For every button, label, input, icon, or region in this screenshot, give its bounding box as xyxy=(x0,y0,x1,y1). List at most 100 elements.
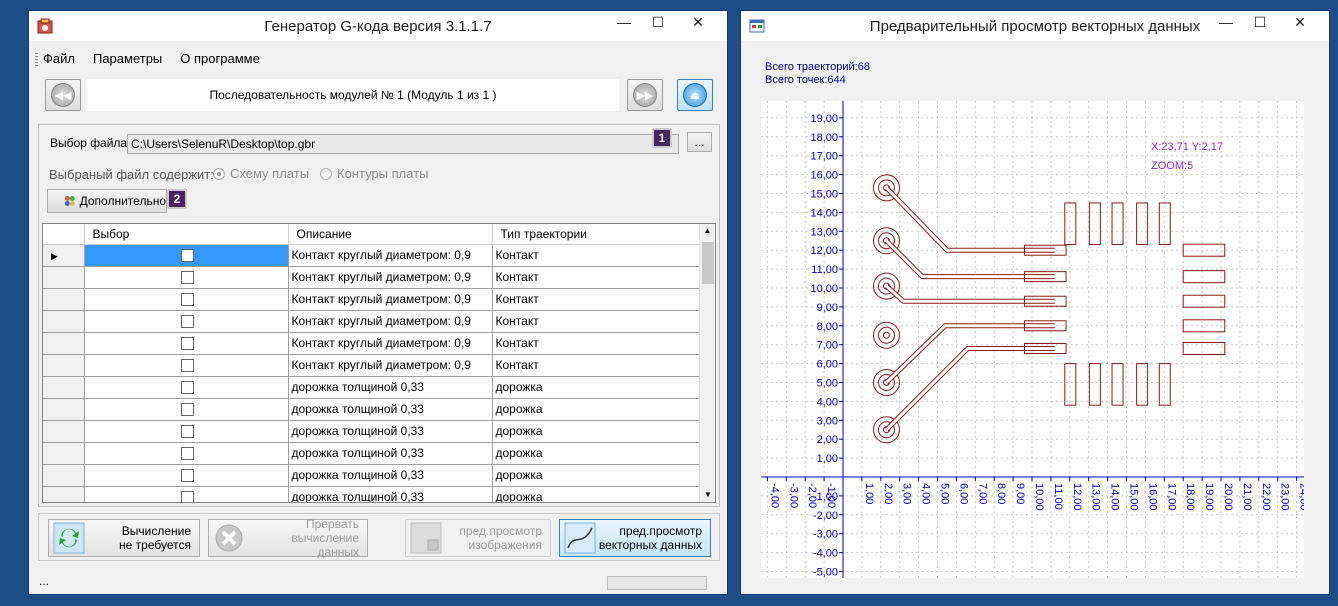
type-cell[interactable]: дорожка xyxy=(492,442,700,465)
select-cell[interactable] xyxy=(84,398,289,421)
abort-calc-button[interactable]: Прервать вычисление данных xyxy=(208,517,368,559)
table-row[interactable]: дорожка толщиной 0,33 дорожка xyxy=(43,376,700,399)
row-header[interactable] xyxy=(43,464,85,487)
type-cell[interactable]: Контакт xyxy=(492,310,700,333)
table-row[interactable]: Контакт круглый диаметром: 0,9 Контакт xyxy=(43,266,700,289)
type-cell[interactable]: дорожка xyxy=(492,420,700,443)
eject-button[interactable]: ⏏ xyxy=(677,79,713,111)
table-row[interactable]: дорожка толщиной 0,33 дорожка xyxy=(43,420,700,443)
select-cell[interactable] xyxy=(84,442,289,465)
type-cell[interactable]: дорожка xyxy=(492,486,700,502)
type-cell[interactable]: дорожка xyxy=(492,376,700,399)
radio-contours[interactable]: Контуры платы xyxy=(320,166,429,181)
select-cell[interactable] xyxy=(84,244,289,267)
type-cell[interactable]: Контакт xyxy=(492,244,700,267)
table-row[interactable]: Контакт круглый диаметром: 0,9 Контакт xyxy=(43,332,700,355)
preview-minimize-button[interactable]: — xyxy=(1209,11,1243,33)
select-cell[interactable] xyxy=(84,464,289,487)
table-row[interactable]: Контакт круглый диаметром: 0,9 Контакт xyxy=(43,288,700,311)
menu-file[interactable]: Файл xyxy=(43,51,75,66)
table-row[interactable]: дорожка толщиной 0,33 дорожка xyxy=(43,442,700,465)
row-header[interactable] xyxy=(43,376,85,399)
minimize-button[interactable]: — xyxy=(607,11,641,33)
description-cell[interactable]: дорожка толщиной 0,33 xyxy=(288,442,493,465)
grid-vertical-scrollbar[interactable]: ▲ ▼ xyxy=(699,224,715,502)
select-cell[interactable] xyxy=(84,420,289,443)
description-cell[interactable]: Контакт круглый диаметром: 0,9 xyxy=(288,310,493,333)
row-header[interactable] xyxy=(43,332,85,355)
description-cell[interactable]: Контакт круглый диаметром: 0,9 xyxy=(288,332,493,355)
vector-plot[interactable]: 19,00 18,00 17,00 16,00 15,00 14,00 13,00 12,00… xyxy=(761,101,1310,579)
description-cell[interactable]: дорожка толщиной 0,33 xyxy=(288,376,493,399)
table-row[interactable]: дорожка толщиной 0,33 дорожка xyxy=(43,398,700,421)
select-checkbox[interactable] xyxy=(180,447,194,461)
row-header[interactable] xyxy=(43,310,85,333)
type-cell[interactable]: дорожка xyxy=(492,464,700,487)
table-row[interactable]: дорожка толщиной 0,33 дорожка xyxy=(43,486,700,502)
maximize-button[interactable]: ☐ xyxy=(641,11,675,33)
preview-titlebar[interactable]: Предварительный просмотр векторных данны… xyxy=(741,11,1329,41)
type-cell[interactable]: дорожка xyxy=(492,398,700,421)
vector-preview-button[interactable]: пред.просмотр векторных данных xyxy=(559,519,711,557)
scroll-down-icon[interactable]: ▼ xyxy=(700,488,715,502)
advanced-button[interactable]: Дополнительно xyxy=(47,189,167,213)
select-checkbox[interactable] xyxy=(180,271,194,285)
select-cell[interactable] xyxy=(84,266,289,289)
select-checkbox[interactable] xyxy=(180,249,194,263)
select-checkbox[interactable] xyxy=(180,491,194,502)
preview-close-button[interactable]: ✕ xyxy=(1277,11,1323,33)
browse-button[interactable]: ... xyxy=(687,132,712,152)
select-cell[interactable] xyxy=(84,354,289,377)
description-cell[interactable]: Контакт круглый диаметром: 0,9 xyxy=(288,288,493,311)
file-path-field[interactable]: C:\Users\SelenuR\Desktop\top.gbr xyxy=(127,134,679,154)
main-titlebar[interactable]: Генератор G-кода версия 3.1.1.7 — ☐ ✕ xyxy=(29,11,727,41)
vector-canvas[interactable]: 19,00 18,00 17,00 16,00 15,00 14,00 13,00 12,00… xyxy=(761,101,1310,579)
column-header-select[interactable]: Выбор xyxy=(84,224,289,245)
scroll-thumb[interactable] xyxy=(702,242,714,284)
type-cell[interactable]: Контакт xyxy=(492,332,700,355)
row-header[interactable] xyxy=(43,266,85,289)
select-checkbox[interactable] xyxy=(180,315,194,329)
description-cell[interactable]: Контакт круглый диаметром: 0,9 xyxy=(288,354,493,377)
select-checkbox[interactable] xyxy=(180,337,194,351)
select-checkbox[interactable] xyxy=(180,293,194,307)
next-module-button[interactable]: ▶▶ xyxy=(627,79,663,111)
type-cell[interactable]: Контакт xyxy=(492,266,700,289)
select-checkbox[interactable] xyxy=(180,403,194,417)
select-checkbox[interactable] xyxy=(180,469,194,483)
close-button[interactable]: ✕ xyxy=(675,11,721,33)
scroll-up-icon[interactable]: ▲ xyxy=(700,224,715,238)
prev-module-button[interactable]: ◀◀ xyxy=(45,79,81,111)
row-header[interactable] xyxy=(43,442,85,465)
description-cell[interactable]: дорожка толщиной 0,33 xyxy=(288,486,493,502)
description-cell[interactable]: Контакт круглый диаметром: 0,9 xyxy=(288,244,493,267)
select-checkbox[interactable] xyxy=(180,381,194,395)
type-cell[interactable]: Контакт xyxy=(492,288,700,311)
menu-about[interactable]: О программе xyxy=(180,51,260,66)
row-header[interactable] xyxy=(43,354,85,377)
select-cell[interactable] xyxy=(84,288,289,311)
row-header[interactable] xyxy=(43,420,85,443)
description-cell[interactable]: дорожка толщиной 0,33 xyxy=(288,464,493,487)
table-row[interactable]: дорожка толщиной 0,33 дорожка xyxy=(43,464,700,487)
row-header[interactable] xyxy=(43,288,85,311)
preview-maximize-button[interactable]: ☐ xyxy=(1243,11,1277,33)
column-header-description[interactable]: Описание xyxy=(288,224,493,245)
row-header[interactable]: ▶ xyxy=(43,244,85,267)
description-cell[interactable]: Контакт круглый диаметром: 0,9 xyxy=(288,266,493,289)
radio-scheme[interactable]: Схему платы xyxy=(213,166,309,181)
calc-not-required-button[interactable]: Вычисление не требуется xyxy=(48,519,200,557)
select-cell[interactable] xyxy=(84,310,289,333)
row-header[interactable] xyxy=(43,398,85,421)
description-cell[interactable]: дорожка толщиной 0,33 xyxy=(288,420,493,443)
row-header[interactable] xyxy=(43,486,85,502)
table-row[interactable]: Контакт круглый диаметром: 0,9 Контакт xyxy=(43,310,700,333)
select-checkbox[interactable] xyxy=(180,425,194,439)
select-cell[interactable] xyxy=(84,376,289,399)
table-row[interactable]: ▶ Контакт круглый диаметром: 0,9 Контакт xyxy=(43,244,700,267)
column-header-type[interactable]: Тип траектории xyxy=(492,224,700,245)
select-cell[interactable] xyxy=(84,332,289,355)
menu-parameters[interactable]: Параметры xyxy=(93,51,162,66)
description-cell[interactable]: дорожка толщиной 0,33 xyxy=(288,398,493,421)
select-checkbox[interactable] xyxy=(180,359,194,373)
